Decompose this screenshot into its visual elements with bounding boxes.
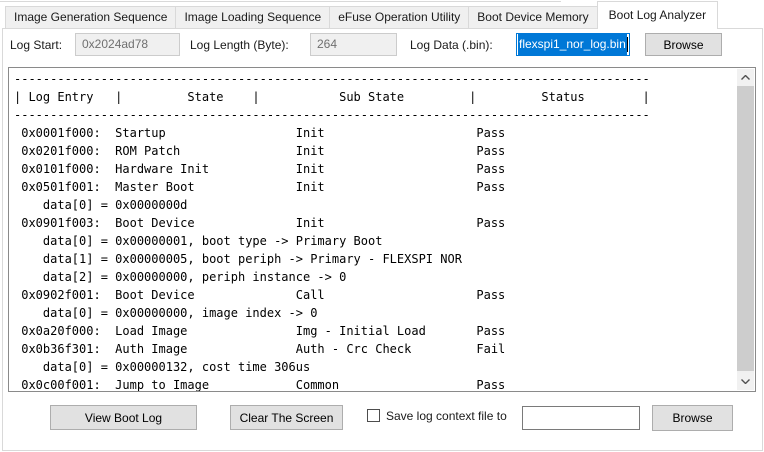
log-parameters-row: Log Start: 0x2024ad78 Log Length (Byte):…: [0, 33, 764, 59]
view-boot-log-button[interactable]: View Boot Log: [50, 405, 197, 430]
chevron-down-icon: [741, 379, 750, 384]
tab-boot-log-analyzer[interactable]: Boot Log Analyzer: [596, 1, 719, 29]
scroll-up-button[interactable]: [737, 69, 754, 86]
tab-image-loading-sequence[interactable]: Image Loading Sequence: [175, 6, 331, 29]
log-data-input[interactable]: flexspi1_nor_log.bin: [516, 33, 630, 56]
boot-log-viewer[interactable]: ----------------------------------------…: [8, 67, 756, 392]
save-path-browse-button[interactable]: Browse: [652, 405, 733, 431]
log-start-label: Log Start:: [10, 38, 63, 52]
log-text: ----------------------------------------…: [14, 72, 650, 391]
vertical-scrollbar[interactable]: [737, 69, 754, 390]
log-data-browse-button[interactable]: Browse: [645, 33, 722, 56]
text-caret: [626, 37, 628, 52]
clear-screen-button[interactable]: Clear The Screen: [230, 405, 343, 430]
tab-bar: Image Generation Sequence Image Loading …: [5, 1, 719, 29]
save-log-checkbox-label: Save log context file to: [386, 409, 507, 423]
tab-boot-device-memory[interactable]: Boot Device Memory: [468, 6, 598, 29]
tab-efuse-operation-utility[interactable]: eFuse Operation Utility: [329, 6, 470, 29]
save-path-input[interactable]: [522, 406, 640, 430]
save-log-checkbox[interactable]: [367, 409, 380, 422]
scrollbar-thumb[interactable]: [737, 86, 754, 371]
scroll-down-button[interactable]: [737, 373, 754, 390]
log-length-label: Log Length (Byte):: [190, 38, 289, 52]
chevron-up-icon: [741, 75, 750, 80]
log-data-label: Log Data (.bin):: [410, 38, 493, 52]
log-data-selected-text: flexspi1_nor_log.bin: [518, 34, 627, 55]
log-start-input[interactable]: 0x2024ad78: [75, 33, 180, 56]
log-length-input[interactable]: 264: [310, 33, 397, 56]
tab-image-generation-sequence[interactable]: Image Generation Sequence: [5, 6, 177, 29]
